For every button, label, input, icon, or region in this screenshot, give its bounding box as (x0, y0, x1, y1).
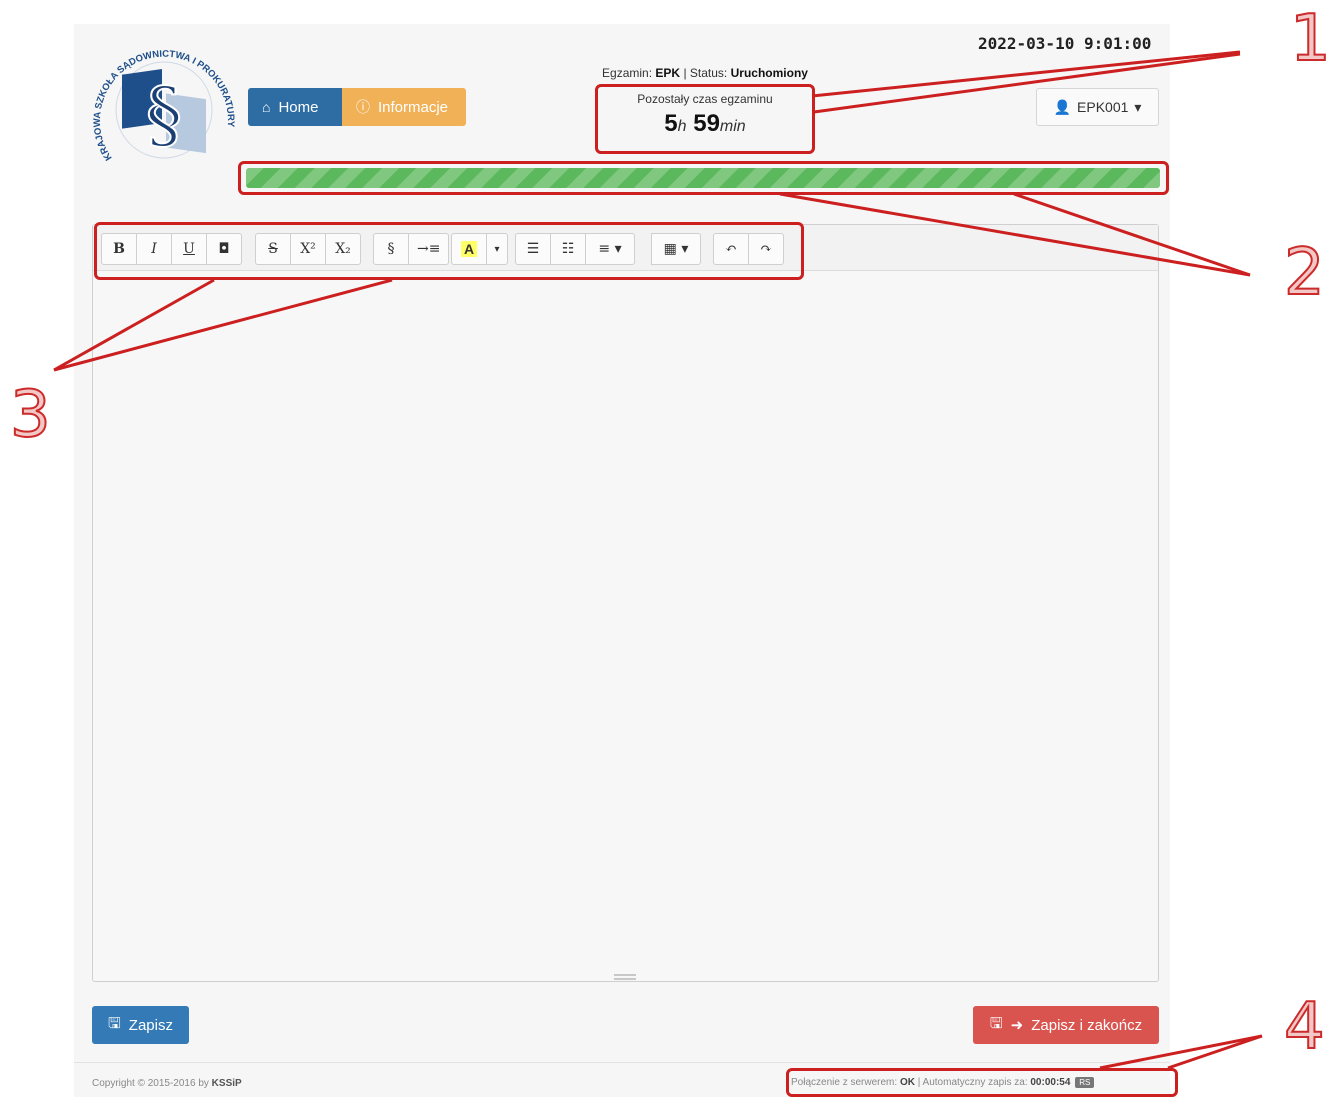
annotation-number-3: 3 (9, 377, 52, 453)
annotation-lines (53, 50, 1263, 1070)
screenshot-stage: { "header": { "datetime": "2022-03-10 9:… (0, 0, 1334, 1097)
annotation-number-4: 4 (1283, 989, 1326, 1065)
annotation-number-1: 1 (1289, 1, 1332, 77)
annotation-number-2: 2 (1283, 235, 1326, 311)
